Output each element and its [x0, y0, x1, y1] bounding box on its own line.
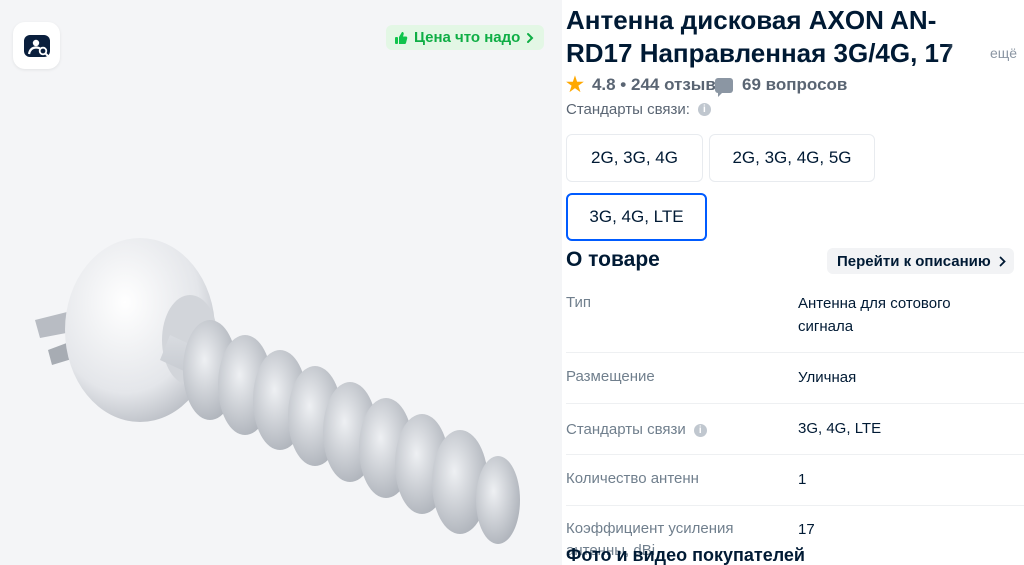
standard-option-1[interactable]: 2G, 3G, 4G	[566, 134, 703, 182]
photo-search-icon	[23, 34, 50, 57]
photo-search-button[interactable]	[13, 22, 60, 69]
chevron-right-icon	[999, 256, 1006, 266]
spec-row: Стандарты связи i 3G, 4G, LTE	[566, 404, 1024, 455]
info-icon[interactable]: i	[693, 423, 707, 437]
goto-description-label: Перейти к описанию	[837, 252, 991, 270]
spec-key: Размещение	[566, 368, 655, 385]
thumbs-up-icon	[395, 31, 408, 44]
product-title: Антенна дисковая AXON AN- RD17 Направлен…	[566, 4, 976, 70]
spec-key: Тип	[566, 294, 592, 311]
title-more-link[interactable]: ещё	[990, 45, 1017, 61]
star-icon: ★	[566, 74, 584, 96]
spec-value[interactable]: 3G, 4G, LTE	[798, 417, 1008, 440]
spec-row: Размещение Уличная	[566, 353, 1024, 404]
spec-row: Тип Антенна для сотового сигнала	[566, 282, 1024, 353]
product-info: Антенна дисковая AXON AN- RD17 Направлен…	[566, 0, 1024, 565]
title-fade	[946, 37, 986, 70]
spec-value: 1	[798, 471, 807, 488]
product-photo-antenna	[35, 238, 520, 544]
price-badge-label: Цена что надо	[414, 29, 521, 46]
price-badge[interactable]: Цена что надо	[386, 25, 545, 50]
questions-link[interactable]: 69 вопросов	[742, 75, 847, 95]
spec-key: Количество антенн	[566, 470, 699, 487]
spec-row: Количество антенн 1	[566, 455, 1024, 506]
spec-value[interactable]: Уличная	[798, 366, 1008, 389]
about-section-title: О товаре	[566, 248, 660, 271]
chevron-right-icon	[527, 32, 534, 43]
question-bubble-icon	[715, 77, 734, 97]
goto-description-button[interactable]: Перейти к описанию	[827, 248, 1014, 274]
spec-value: 17	[798, 521, 815, 538]
rating-value[interactable]: 4.8	[592, 75, 616, 95]
rating-row: ★ 4.8 • 244 отзыва 69 вопросов	[566, 74, 848, 97]
spec-key: Стандарты связи i	[566, 419, 707, 441]
spec-value: Антенна для сотового сигнала	[798, 295, 951, 335]
product-title-line2: RD17 Направленная 3G/4G, 17	[566, 38, 954, 68]
product-title-line1: Антенна дисковая AXON AN-	[566, 5, 937, 35]
standard-option-3-selected[interactable]: 3G, 4G, LTE	[566, 193, 707, 241]
reviews-link[interactable]: 244 отзыва	[631, 75, 725, 95]
info-icon[interactable]: i	[697, 103, 711, 116]
product-gallery: Цена что надо	[0, 0, 562, 565]
standard-option-2[interactable]: 2G, 3G, 4G, 5G	[709, 134, 875, 182]
customer-photos-title: Фото и видео покупателей	[566, 545, 805, 565]
standards-label: Стандарты связи: i	[566, 101, 711, 118]
